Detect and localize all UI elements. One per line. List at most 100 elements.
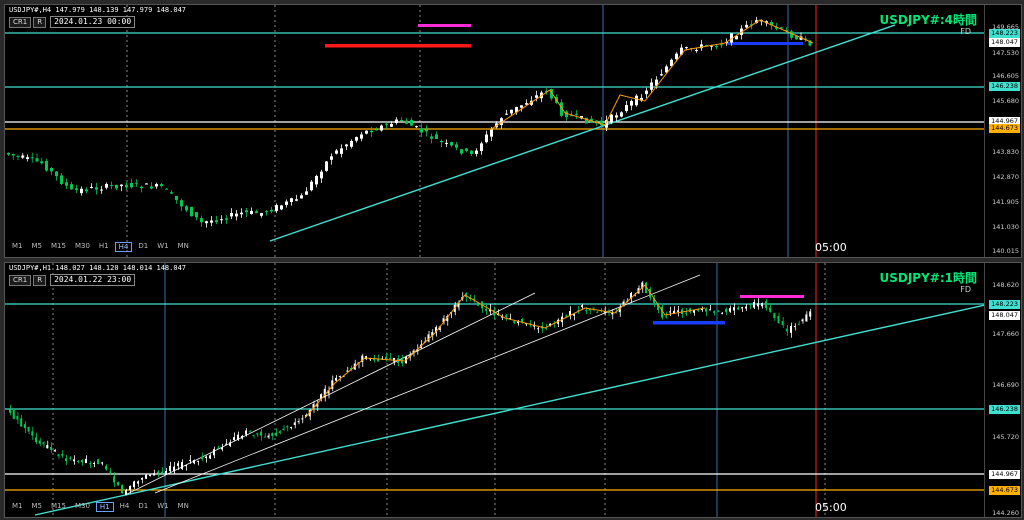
candle-body: [260, 213, 263, 216]
candle-body: [170, 192, 173, 194]
candle-body: [695, 50, 698, 52]
candle-body: [297, 420, 300, 423]
h1-chart-title: USDJPY#:1時間: [879, 271, 977, 285]
h1-price-axis[interactable]: 148.620 147.660 146.690 145.720 144.260 …: [984, 263, 1021, 517]
h4-axis-tick: 141.030: [992, 223, 1019, 231]
h1-date-box[interactable]: 2024.01.22 23:00: [50, 274, 136, 286]
candle-body: [745, 306, 747, 309]
candle-body: [93, 462, 95, 464]
candle-body: [125, 184, 128, 188]
h4-chart-panel[interactable]: USDJPY#,H4 147.979 148.139 147.979 148.0…: [4, 4, 1022, 258]
tf-mn[interactable]: MN: [175, 242, 192, 252]
candle-body: [280, 205, 283, 210]
candle-body: [150, 186, 153, 189]
candle-body: [185, 465, 187, 467]
candle-body: [717, 310, 719, 312]
h4-timeframe-bar: M1 M5 M15 M30 H1 H4 D1 W1 MN: [9, 242, 192, 252]
candle-body: [521, 319, 523, 322]
h1-chart-panel[interactable]: USDJPY#,H1 148.027 148.120 148.014 148.0…: [4, 262, 1022, 518]
r-button[interactable]: R: [33, 16, 47, 28]
tf-w1[interactable]: W1: [154, 502, 171, 512]
tf-m30[interactable]: M30: [72, 502, 93, 512]
tf-m30[interactable]: M30: [72, 242, 93, 252]
h4-axis-tick: 147.530: [992, 49, 1019, 57]
h4-cr-toolbar: CR1 R 2024.01.23 00:00: [9, 16, 136, 28]
magenta-zone-bar: [740, 295, 804, 298]
candle-body: [16, 156, 20, 158]
candle-body: [130, 183, 133, 188]
candle-body: [330, 156, 333, 160]
candle-body: [235, 213, 238, 217]
tf-h1[interactable]: H1: [95, 502, 114, 512]
blue-zone-bar: [727, 42, 803, 45]
candle-body: [197, 460, 199, 462]
h4-date-box[interactable]: 2024.01.23 00:00: [50, 16, 136, 28]
h4-price-axis[interactable]: 149.665 147.530 146.605 145.680 143.830 …: [984, 5, 1021, 257]
candle-body: [278, 431, 281, 433]
tf-d1[interactable]: D1: [135, 242, 151, 252]
candle-body: [725, 309, 727, 313]
cr1-button[interactable]: CR1: [9, 16, 32, 28]
candle-body: [375, 129, 378, 131]
candle-body: [769, 307, 772, 312]
candle-body: [220, 219, 223, 221]
candle-body: [685, 312, 687, 314]
candle-body: [26, 157, 29, 160]
candle-body: [245, 210, 248, 213]
candle-body: [340, 148, 343, 154]
candle-body: [733, 307, 735, 311]
candle-body: [630, 100, 633, 106]
tf-w1[interactable]: W1: [154, 242, 171, 252]
tf-h1[interactable]: H1: [96, 242, 112, 252]
tf-m1[interactable]: M1: [9, 502, 26, 512]
candle-body: [805, 314, 808, 322]
h1-price-chart[interactable]: [5, 263, 985, 517]
candle-body: [209, 455, 211, 459]
candle-body: [705, 308, 707, 312]
h4-axis-tick: 146.605: [992, 72, 1019, 80]
candle-body: [210, 220, 213, 223]
candle-body: [250, 210, 253, 214]
candle-body: [11, 153, 15, 156]
tf-m5[interactable]: M5: [29, 502, 46, 512]
candle-body: [470, 150, 473, 154]
candle-body: [385, 123, 388, 125]
candle-body: [153, 473, 155, 476]
candle-body: [720, 44, 723, 46]
candle-body: [520, 105, 523, 108]
tf-m15[interactable]: M15: [48, 502, 69, 512]
h4-price-chart[interactable]: [5, 5, 985, 257]
h1-price-label-mid: 146.238: [989, 405, 1020, 414]
zigzag-line: [489, 19, 814, 131]
candle-body: [660, 74, 663, 76]
candle-body: [445, 142, 448, 144]
candle-body: [70, 184, 73, 190]
tf-mn[interactable]: MN: [175, 502, 192, 512]
candle-body: [252, 434, 255, 436]
r-button[interactable]: R: [33, 274, 47, 286]
tf-d1[interactable]: D1: [135, 502, 151, 512]
white-trend-line: [154, 274, 701, 494]
candle-body: [65, 458, 67, 461]
candle-body: [75, 188, 78, 190]
candle-body: [729, 308, 731, 312]
tf-m5[interactable]: M5: [29, 242, 46, 252]
candle-body: [27, 426, 30, 432]
tf-m15[interactable]: M15: [48, 242, 69, 252]
candle-body: [335, 377, 337, 381]
tf-h4[interactable]: H4: [114, 242, 133, 252]
tf-m1[interactable]: M1: [9, 242, 26, 252]
tf-h4[interactable]: H4: [117, 502, 133, 512]
candle-body: [745, 24, 748, 28]
candle-body: [737, 307, 739, 310]
candle-body: [781, 321, 784, 326]
cr1-button[interactable]: CR1: [9, 274, 32, 286]
candle-body: [181, 462, 183, 469]
candle-body: [241, 435, 243, 439]
candle-body: [286, 426, 289, 428]
candle-body: [809, 311, 812, 317]
candle-body: [360, 134, 363, 139]
candle-body: [45, 161, 48, 171]
candle-body: [20, 418, 23, 427]
zigzag-line: [304, 284, 706, 419]
